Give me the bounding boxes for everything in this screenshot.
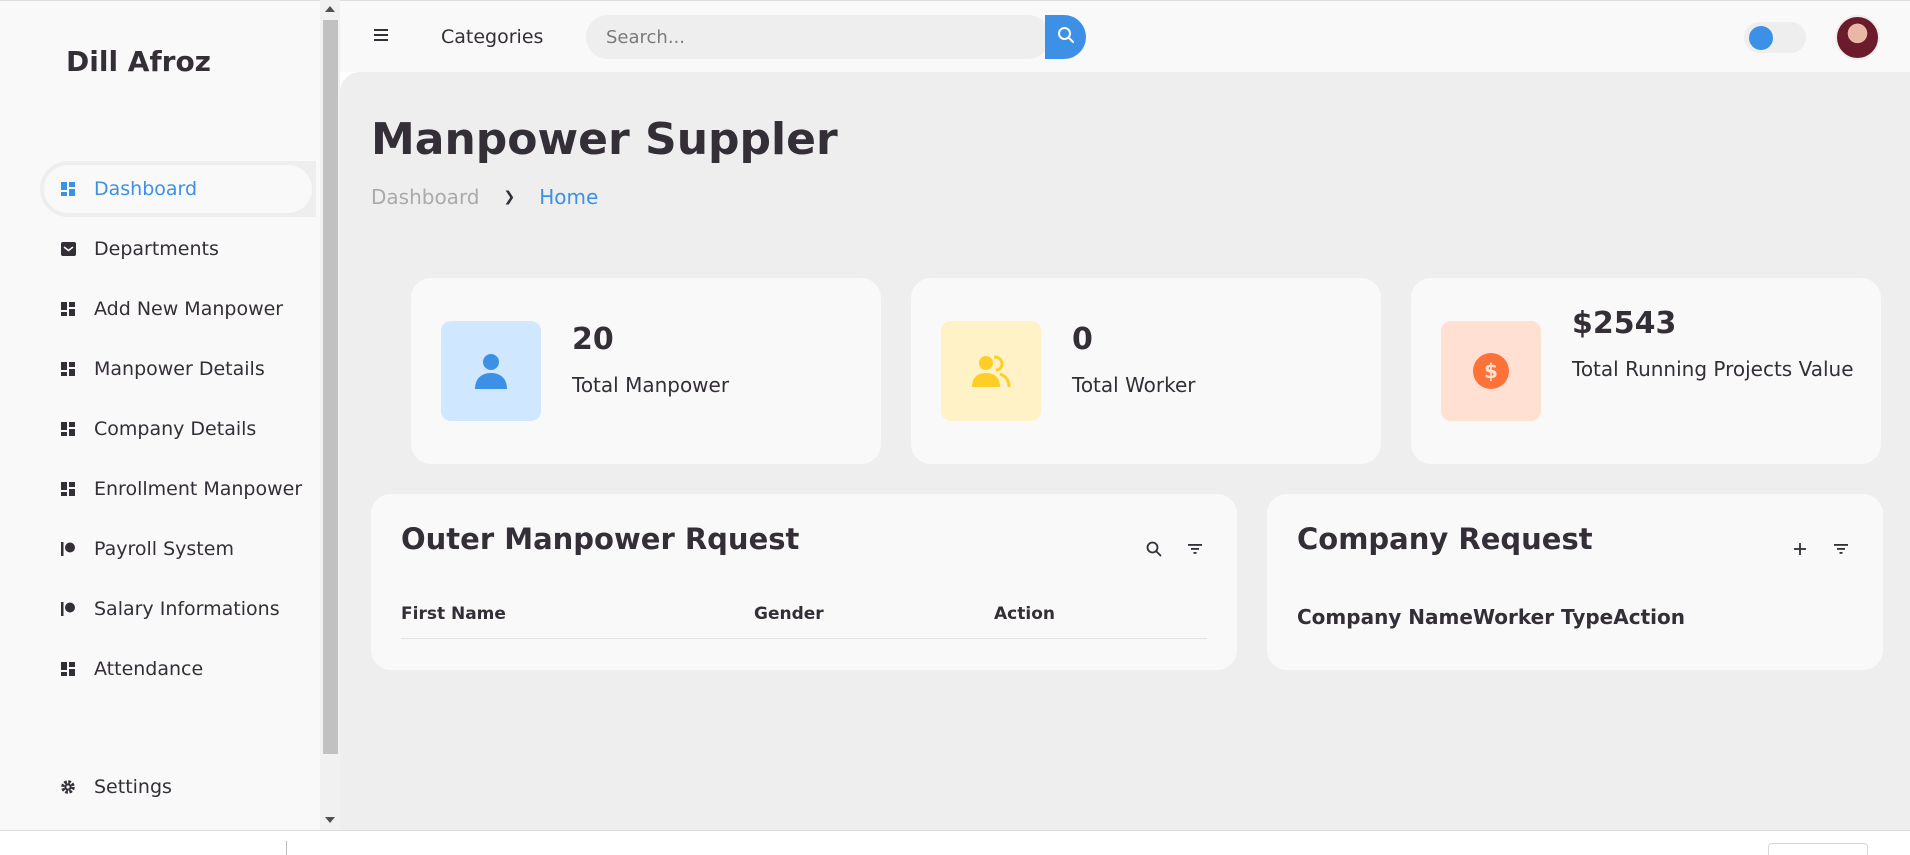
search-icon[interactable] xyxy=(1145,540,1163,558)
user-icon xyxy=(441,321,541,421)
stat-label: Total Running Projects Value xyxy=(1572,357,1854,381)
scroll-down-arrow-icon[interactable] xyxy=(325,817,335,823)
sidebar-item-label: Company Details xyxy=(94,418,257,440)
stat-card-total-running-projects: $ $2543 Total Running Projects Value xyxy=(1411,278,1881,464)
sidebar-item-label: Attendance xyxy=(94,658,204,680)
sidebar-item-attendance[interactable]: Attendance xyxy=(40,639,320,699)
scroll-up-arrow-icon[interactable] xyxy=(325,6,335,12)
sidebar-item-dashboard[interactable]: Dashboard xyxy=(40,159,320,219)
breadcrumb: Dashboard ❯ Home xyxy=(371,185,598,209)
profile-avatar[interactable] xyxy=(1835,15,1880,60)
sidebar-item-label: Settings xyxy=(94,776,172,798)
panel-title: Outer Manpower Rquest xyxy=(401,522,800,556)
sidebar-item-payroll-system[interactable]: Payroll System xyxy=(40,519,320,579)
breadcrumb-home-link[interactable]: Home xyxy=(539,185,598,209)
table-header-divider xyxy=(401,638,1207,639)
stat-value: 0 xyxy=(1072,322,1093,357)
dashboard-grid-icon xyxy=(60,481,76,497)
sidebar-scrollbar[interactable] xyxy=(320,0,340,830)
dashboard-grid-icon xyxy=(60,301,76,317)
brand-title[interactable]: Dill Afroz xyxy=(66,45,211,78)
dashboard-grid-icon xyxy=(60,421,76,437)
sidebar-item-salary-informations[interactable]: Salary Informations xyxy=(40,579,320,639)
sidebar-item-label: Salary Informations xyxy=(94,598,280,620)
patreon-icon xyxy=(60,541,76,557)
column-header-action[interactable]: Action xyxy=(994,604,1055,624)
stat-label: Total Manpower xyxy=(572,373,730,397)
sidebar-item-company-details[interactable]: Company Details xyxy=(40,399,320,459)
filter-icon[interactable] xyxy=(1186,540,1204,558)
sidebar-item-settings[interactable]: Settings xyxy=(40,757,320,817)
column-header-gender[interactable]: Gender xyxy=(754,604,824,624)
search-input[interactable] xyxy=(586,15,1050,59)
stat-label: Total Worker xyxy=(1072,373,1196,397)
sidebar-item-add-new-manpower[interactable]: Add New Manpower xyxy=(40,279,320,339)
sidebar-item-label: Enrollment Manpower xyxy=(94,478,303,500)
sidebar: Dill Afroz Dashboard Departments Add New… xyxy=(0,0,320,830)
stat-value: $2543 xyxy=(1572,306,1677,341)
sidebar-item-label: Departments xyxy=(94,238,219,260)
stat-card-total-manpower: 20 Total Manpower xyxy=(411,278,881,464)
toggle-knob xyxy=(1749,26,1773,50)
outer-manpower-request-panel: Outer Manpower Rquest First Name Gender … xyxy=(371,494,1237,670)
column-header-company-name[interactable]: Company Name xyxy=(1297,605,1473,629)
dashboard-grid-icon xyxy=(60,361,76,377)
column-header-worker-type[interactable]: Worker Type xyxy=(1473,605,1613,629)
breadcrumb-dashboard-link[interactable]: Dashboard xyxy=(371,185,480,209)
dashboard-grid-icon xyxy=(60,661,76,677)
filter-icon[interactable] xyxy=(1832,540,1850,558)
sidebar-item-manpower-details[interactable]: Manpower Details xyxy=(40,339,320,399)
company-request-panel: Company Request Company NameWorker TypeA… xyxy=(1267,494,1883,670)
column-header-first-name[interactable]: First Name xyxy=(401,604,506,624)
bottom-control[interactable] xyxy=(1768,843,1868,855)
svg-text:$: $ xyxy=(1484,359,1498,383)
search-icon xyxy=(1057,26,1075,48)
plus-icon[interactable] xyxy=(1791,540,1809,558)
scrollbar-thumb[interactable] xyxy=(323,20,338,754)
menu-toggle-icon[interactable] xyxy=(374,29,388,41)
topbar: Categories xyxy=(340,0,1910,72)
patreon-icon xyxy=(60,601,76,617)
categories-link[interactable]: Categories xyxy=(441,26,543,48)
stat-value: 20 xyxy=(572,322,614,357)
bottom-bar xyxy=(0,830,1910,855)
sidebar-item-departments[interactable]: Departments xyxy=(40,219,320,279)
column-header-action[interactable]: Action xyxy=(1613,605,1685,629)
main-content: Manpower Suppler Dashboard ❯ Home 20 Tot… xyxy=(340,72,1910,830)
sidebar-item-label: Dashboard xyxy=(94,178,198,200)
sidebar-settings: Settings xyxy=(40,757,320,817)
search-form xyxy=(586,15,1050,59)
panel-title: Company Request xyxy=(1297,522,1593,556)
sidebar-item-label: Payroll System xyxy=(94,538,234,560)
search-button[interactable] xyxy=(1045,15,1086,59)
dollar-circle-icon: $ xyxy=(1441,321,1541,421)
dark-mode-toggle[interactable] xyxy=(1744,22,1806,53)
sidebar-item-enrollment-manpower[interactable]: Enrollment Manpower xyxy=(40,459,320,519)
group-icon xyxy=(941,321,1041,421)
inbox-icon xyxy=(60,241,76,257)
sidebar-item-label: Add New Manpower xyxy=(94,298,284,320)
page-title: Manpower Suppler xyxy=(371,114,838,165)
sidebar-item-label: Manpower Details xyxy=(94,358,265,380)
gear-icon xyxy=(60,779,76,795)
divider xyxy=(286,841,287,855)
sidebar-menu: Dashboard Departments Add New Manpower M… xyxy=(40,159,320,699)
dashboard-grid-icon xyxy=(60,181,76,197)
chevron-right-icon: ❯ xyxy=(503,189,516,205)
stat-card-total-worker: 0 Total Worker xyxy=(911,278,1381,464)
company-table-header: Company NameWorker TypeAction xyxy=(1297,605,1685,629)
